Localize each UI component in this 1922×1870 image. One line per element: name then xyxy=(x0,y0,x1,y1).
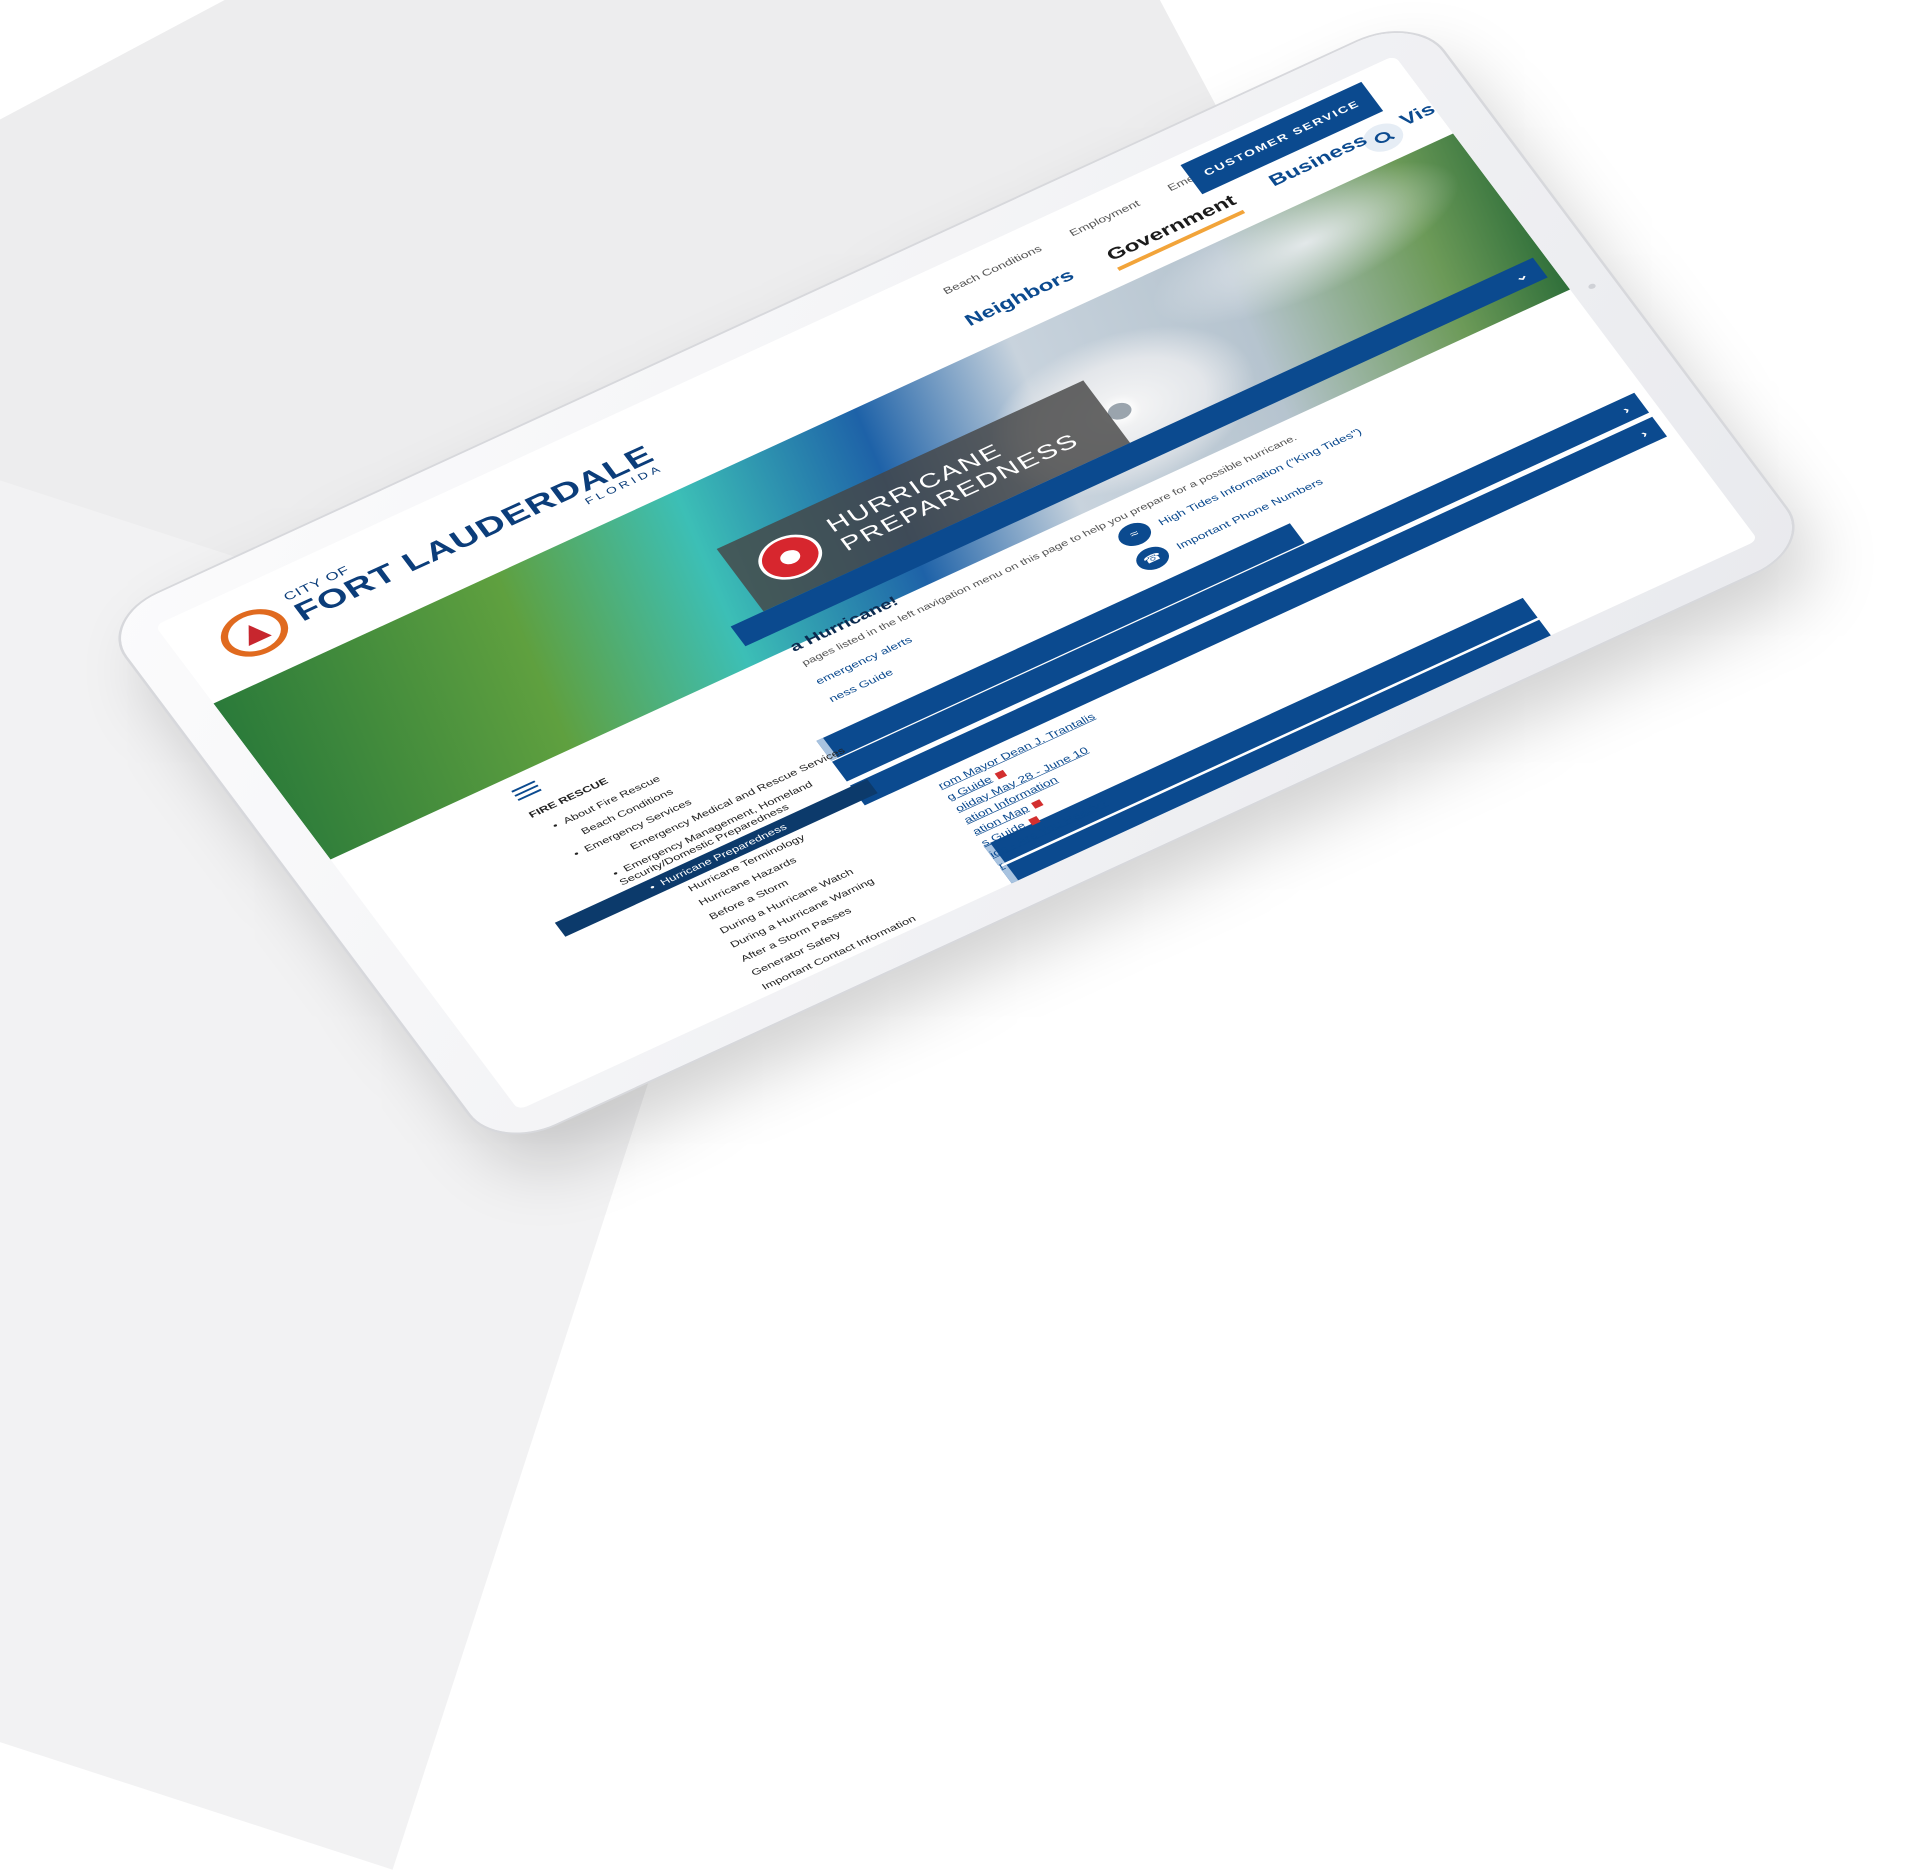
nav-visitors[interactable]: Visitors xyxy=(1396,78,1491,136)
hero-title-line1: HURRICANE xyxy=(821,438,1007,537)
menu-icon[interactable] xyxy=(509,778,543,804)
pdf-icon xyxy=(994,769,1007,780)
pdf-icon xyxy=(1027,815,1041,826)
chevron-down-icon: ⌄ xyxy=(1510,268,1531,285)
camera-dot xyxy=(1587,282,1597,290)
hurricane-icon xyxy=(747,525,833,589)
chevron-right-icon: › xyxy=(1637,427,1651,440)
phone-icon: ☎ xyxy=(1130,542,1175,575)
util-link-employment[interactable]: Employment xyxy=(1067,198,1142,238)
pdf-icon xyxy=(1030,799,1044,809)
city-seal-icon xyxy=(209,599,300,667)
chevron-right-icon: › xyxy=(1619,403,1633,416)
